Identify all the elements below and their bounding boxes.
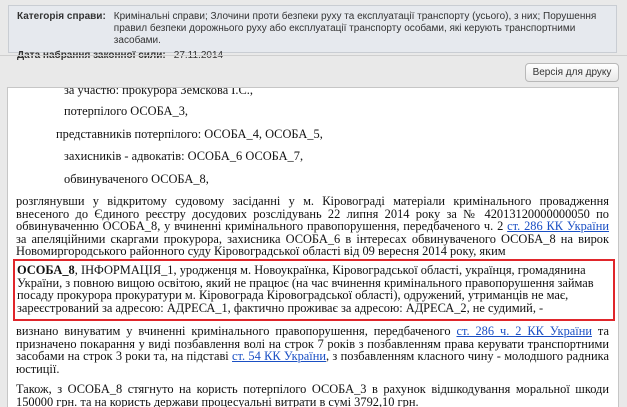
doc-paragraph-defendant: ОСОБА_8, ІНФОРМАЦІЯ_1, уродженця м. Ново… — [17, 264, 608, 314]
doc-line-prosecutor: за участю: прокурора Земскова І.С., — [64, 87, 253, 97]
doc-line-victim: потерпілого ОСОБА_3, — [64, 104, 188, 118]
defendant-details: , ІНФОРМАЦІЯ_1, уродженця м. Новоукраїнк… — [17, 263, 594, 315]
highlighted-defendant-block: ОСОБА_8, ІНФОРМАЦІЯ_1, уродженця м. Ново… — [13, 259, 615, 321]
case-category-row: Категорія справи: Кримінальні справи; Зл… — [17, 11, 608, 47]
doc-paragraph-damages: Також, з ОСОБА_8 стягнуто на користь пот… — [16, 382, 609, 407]
doc-line-accused: обвинуваченого ОСОБА_8, — [64, 172, 209, 186]
doc-paragraph-considering: розглянувши у відкритому судовому засіда… — [16, 195, 609, 258]
doc-line-defenders: захисників - адвокатів: ОСОБА_6 ОСОБА_7, — [64, 149, 304, 163]
law-link-art54[interactable]: ст. 54 КК України — [232, 349, 326, 363]
doc-line-representatives: представників потерпілого: ОСОБА_4, ОСОБ… — [56, 127, 323, 141]
effective-date-label: Дата набрання законної сили: — [17, 50, 166, 62]
effective-date-row: Дата набрання законної сили: 27.11.2014 — [17, 50, 608, 62]
para1-text-b: за апеляційними скаргами прокурора, захи… — [16, 231, 609, 258]
print-version-button[interactable]: Версія для друку — [525, 63, 619, 82]
effective-date-value: 27.11.2014 — [174, 50, 223, 62]
case-metadata-panel: Категорія справи: Кримінальні справи; Зл… — [8, 5, 617, 61]
document-body[interactable]: за участю: прокурора Земскова І.С., поте… — [7, 87, 619, 407]
case-category-value: Кримінальні справи; Злочини проти безпек… — [113, 11, 597, 46]
header-divider — [0, 55, 627, 56]
doc-paragraph-verdict: визнано винуватим у вчиненні кримінально… — [16, 325, 609, 375]
case-category-label: Категорія справи: — [17, 11, 106, 22]
